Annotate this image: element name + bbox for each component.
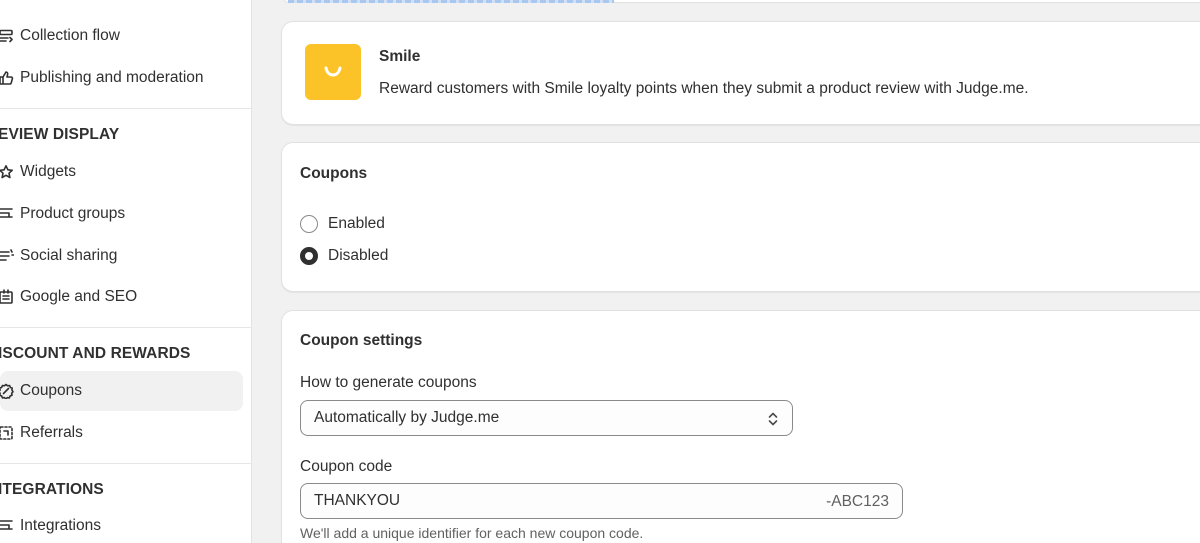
radio-disabled[interactable]: Disabled <box>300 247 388 265</box>
sidebar-item-label: Widgets <box>20 163 76 180</box>
sidebar-item-product-groups[interactable]: Product groups <box>0 194 125 234</box>
radio-enabled-label: Enabled <box>328 215 385 232</box>
sidebar: Collection flow Publishing and moderatio… <box>0 0 252 543</box>
sidebar-item-label: Referrals <box>20 424 83 441</box>
section-title-discount-rewards: ISCOUNT AND REWARDS <box>0 345 191 362</box>
sidebar-item-label: Collection flow <box>20 27 120 44</box>
coupon-code-input[interactable]: THANKYOU -ABC123 <box>300 483 903 519</box>
generate-coupons-select[interactable]: Automatically by Judge.me <box>300 400 793 436</box>
sidebar-item-label: Google and SEO <box>20 288 138 305</box>
sidebar-item-referrals[interactable]: Referrals <box>0 413 83 453</box>
sidebar-item-label: Integrations <box>20 517 101 534</box>
sidebar-item-collection-flow[interactable]: Collection flow <box>0 16 120 56</box>
generate-coupons-label: How to generate coupons <box>300 374 477 391</box>
sidebar-divider <box>0 463 252 464</box>
thumbs-up-icon <box>0 68 16 88</box>
sidebar-item-label: Coupons <box>20 382 83 399</box>
integration-name: Smile <box>379 48 421 65</box>
smile-icon <box>324 66 342 77</box>
integration-description: Reward customers with Smile loyalty poin… <box>379 80 1029 97</box>
radio-disabled-label: Disabled <box>328 247 389 264</box>
referral-icon <box>0 423 16 443</box>
sidebar-item-label: Product groups <box>20 205 126 222</box>
coupon-icon <box>0 381 16 401</box>
chevron-updown-icon <box>768 412 778 426</box>
sidebar-item-label: Social sharing <box>20 247 118 264</box>
section-title-integrations: ITEGRATIONS <box>0 481 104 498</box>
sidebar-item-widgets[interactable]: Widgets <box>0 152 76 192</box>
generate-coupons-value: Automatically by Judge.me <box>314 409 500 426</box>
seo-icon <box>0 287 16 307</box>
coupon-code-help: We'll add a unique identifier for each n… <box>300 525 644 541</box>
collection-flow-icon <box>0 26 16 46</box>
integrations-icon <box>0 516 16 536</box>
smile-integration-card: Smile Reward customers with Smile loyalt… <box>281 21 1200 125</box>
sidebar-item-label: Publishing and moderation <box>20 69 204 86</box>
coupons-card: Coupons Enabled Disabled <box>281 142 1200 292</box>
radio-enabled-button[interactable] <box>300 215 318 233</box>
sidebar-item-publishing[interactable]: Publishing and moderation <box>0 58 204 98</box>
coupon-code-value: THANKYOU <box>314 492 401 509</box>
coupon-settings-card: Coupon settings How to generate coupons … <box>281 310 1200 543</box>
section-title-review-display: EVIEW DISPLAY <box>0 126 120 143</box>
sidebar-item-integrations[interactable]: Integrations <box>0 506 101 543</box>
star-icon <box>0 162 16 182</box>
smile-logo <box>305 44 361 100</box>
radio-enabled[interactable]: Enabled <box>300 215 385 233</box>
progress-indicator <box>288 0 614 3</box>
social-sharing-icon <box>0 246 16 266</box>
sidebar-item-coupons[interactable]: Coupons <box>0 371 243 411</box>
sidebar-divider <box>0 108 252 109</box>
coupons-title: Coupons <box>300 165 368 182</box>
sidebar-divider <box>0 327 252 328</box>
product-groups-icon <box>0 204 16 224</box>
sidebar-item-google-seo[interactable]: Google and SEO <box>0 277 137 317</box>
sidebar-item-social-sharing[interactable]: Social sharing <box>0 236 117 276</box>
coupon-code-label: Coupon code <box>300 458 393 475</box>
coupon-code-suffix: -ABC123 <box>826 493 889 510</box>
coupon-settings-title: Coupon settings <box>300 332 423 349</box>
radio-disabled-button[interactable] <box>300 247 318 265</box>
